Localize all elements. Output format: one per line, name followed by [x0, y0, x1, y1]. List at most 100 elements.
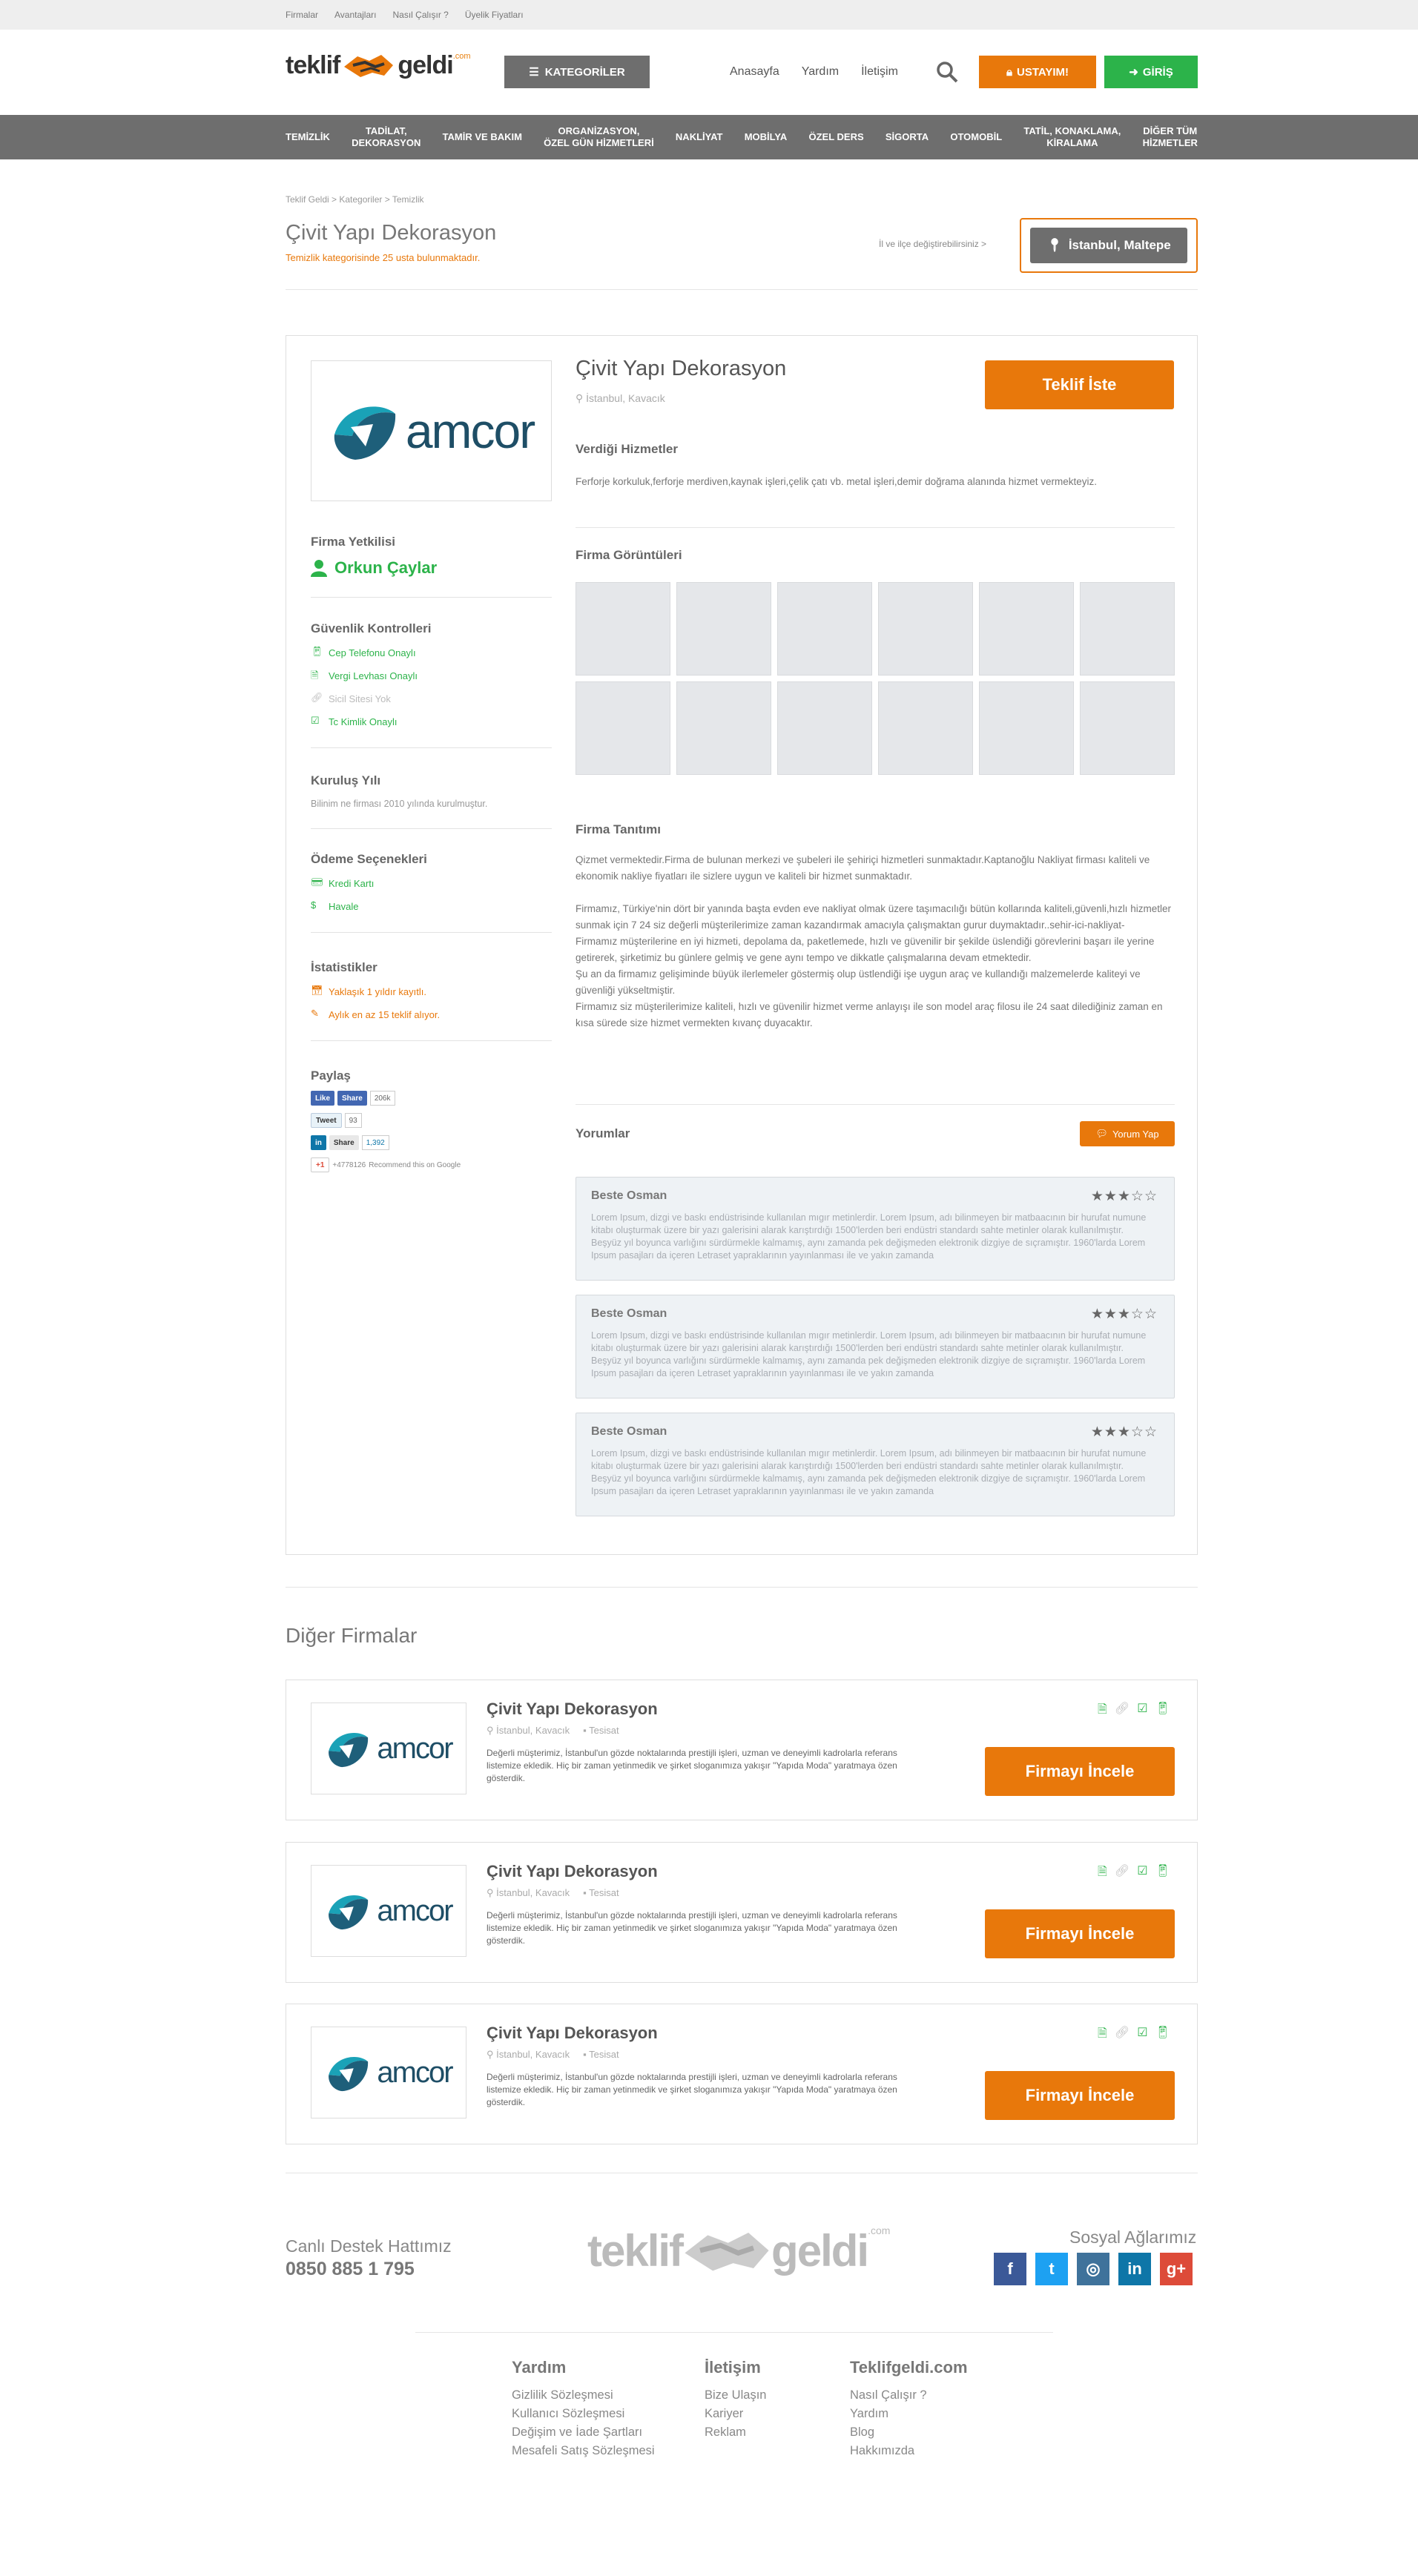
support-phone[interactable]: 0850 885 1 795 [286, 2259, 415, 2280]
tweet-button[interactable]: Tweet [311, 1113, 342, 1128]
footer-link[interactable]: Yardım [850, 2405, 968, 2423]
comment-icon: 💬︎ [1095, 1128, 1108, 1139]
gallery-thumb[interactable] [777, 681, 872, 775]
facebook-count: 206k [369, 1091, 395, 1106]
nav-anasayfa[interactable]: Anasayfa [730, 65, 779, 79]
footer-link[interactable]: Nasıl Çalışır ? [850, 2386, 968, 2405]
other-company-location: ⚲ İstanbul, Kavacık [487, 1887, 570, 1898]
nav-iletisim[interactable]: İletişim [861, 65, 898, 79]
gallery-thumb[interactable] [576, 681, 670, 775]
gallery-thumb[interactable] [979, 681, 1074, 775]
gallery-thumb[interactable] [576, 582, 670, 676]
search-icon[interactable] [936, 61, 958, 83]
gallery-thumb[interactable] [878, 681, 973, 775]
gallery-thumb[interactable] [979, 582, 1074, 676]
linkedin-icon[interactable]: in [311, 1135, 326, 1150]
category-nav: TEMİZLİK TADİLAT, DEKORASYON TAMİR VE BA… [0, 115, 1418, 159]
other-company-logo[interactable]: amcor [311, 2027, 466, 2118]
logo-suffix: .com [452, 52, 471, 61]
write-review-button[interactable]: 💬︎ Yorum Yap [1080, 1121, 1175, 1146]
facebook-icon[interactable]: f [994, 2253, 1026, 2285]
gallery-thumb[interactable] [676, 582, 771, 676]
other-company-name[interactable]: Çivit Yapı Dekorasyon [487, 1700, 658, 1719]
cat-mobilya[interactable]: MOBİLYA [745, 131, 788, 143]
cat-sigorta[interactable]: SİGORTA [886, 131, 929, 143]
gallery-thumb[interactable] [676, 681, 771, 775]
reviewer-name: Beste Osman [591, 1307, 667, 1320]
instagram-icon[interactable]: ◎ [1077, 2253, 1109, 2285]
footer-col-iletisim: İletişim Bize Ulaşın Kariyer Reklam [705, 2358, 766, 2442]
view-company-button[interactable]: Firmayı İncele [985, 1747, 1175, 1796]
footer-link[interactable]: Hakkımızda [850, 2442, 968, 2460]
breadcrumb[interactable]: Teklif Geldi > Kategoriler > Temizlik [286, 194, 424, 205]
cat-tadilat[interactable]: TADİLAT, DEKORASYON [352, 125, 421, 149]
checkbox-icon: ☑ [311, 715, 320, 726]
main-nav: Anasayfa Yardım İletişim [730, 56, 898, 88]
cat-temizlik[interactable]: TEMİZLİK [286, 131, 330, 143]
logo-text-1: teklif [286, 50, 340, 79]
divider [286, 1587, 1198, 1588]
top-link-avantajlari[interactable]: Avantajları [334, 10, 376, 20]
page-subtitle: Temizlik kategorisinde 25 usta bulunmakt… [286, 252, 481, 263]
footer-link[interactable]: Reklam [705, 2423, 766, 2442]
nav-yardim[interactable]: Yardım [802, 65, 839, 79]
footer-col-title: İletişim [705, 2358, 761, 2377]
footer-logo[interactable]: teklif geldi .com [587, 2225, 890, 2276]
facebook-like-button[interactable]: Like [311, 1091, 335, 1106]
facebook-share-button[interactable]: Share [337, 1091, 367, 1106]
googleplus-button[interactable]: +1 [311, 1157, 330, 1172]
linkedin-share-button[interactable]: Share [329, 1135, 359, 1150]
top-link-firmalar[interactable]: Firmalar [286, 10, 318, 20]
link-icon: 🔗︎ [1114, 1703, 1130, 1715]
cat-tatil[interactable]: TATİL, KONAKLAMA, KİRALAMA [1023, 125, 1121, 149]
gallery-thumb[interactable] [1080, 582, 1175, 676]
gallery-thumb[interactable] [777, 582, 872, 676]
cat-ozel-ders[interactable]: ÖZEL DERS [808, 131, 863, 143]
googleplus-icon[interactable]: g+ [1160, 2253, 1193, 2285]
other-companies-title: Diğer Firmalar [286, 1624, 418, 1647]
googleplus-text: Recommend this on Google [369, 1160, 461, 1169]
other-company-name[interactable]: Çivit Yapı Dekorasyon [487, 1862, 658, 1881]
official-name[interactable]: Orkun Çaylar [334, 558, 437, 578]
review-item: Beste Osman ★★★☆☆ Lorem Ipsum, dizgi ve … [576, 1413, 1175, 1516]
twitter-icon[interactable]: t [1035, 2253, 1068, 2285]
cat-otomobil[interactable]: OTOMOBİL [950, 131, 1002, 143]
login-button[interactable]: ➜ GİRİŞ [1104, 56, 1198, 88]
divider [576, 527, 1175, 528]
founded-text: Bilinim ne firması 2010 yılında kurulmuş… [311, 799, 488, 809]
footer-link[interactable]: Gizlilik Sözleşmesi [512, 2386, 655, 2405]
view-company-button[interactable]: Firmayı İncele [985, 1909, 1175, 1958]
cat-organizasyon[interactable]: ORGANİZASYON, ÖZEL GÜN HİZMETLERİ [544, 125, 654, 149]
footer-link[interactable]: Mesafeli Satış Sözleşmesi [512, 2442, 655, 2460]
cat-diger[interactable]: DİĞER TÜM HİZMETLER [1143, 125, 1198, 149]
ustayim-button[interactable]: 🔒︎ USTAYIM! [979, 56, 1096, 88]
cat-tamir[interactable]: TAMİR VE BAKIM [443, 131, 522, 143]
photo-gallery [576, 582, 1175, 775]
footer-logo-text-1: teklif [587, 2225, 684, 2276]
linkedin-icon[interactable]: in [1118, 2253, 1151, 2285]
site-logo[interactable]: teklif geldi .com [286, 50, 471, 80]
view-company-button[interactable]: Firmayı İncele [985, 2071, 1175, 2120]
footer-link[interactable]: Değişim ve İade Şartları [512, 2423, 655, 2442]
top-bar: Firmalar Avantajları Nasıl Çalışır ? Üye… [0, 0, 1418, 30]
gallery-thumb[interactable] [878, 582, 973, 676]
review-text: Lorem Ipsum, dizgi ve baskı endüstrisind… [591, 1212, 1147, 1261]
categories-button[interactable]: ☰ KATEGORİLER [504, 56, 650, 88]
footer-link[interactable]: Bize Ulaşın [705, 2386, 766, 2405]
top-link-uyelik[interactable]: Üyelik Fiyatları [465, 10, 524, 20]
footer-link[interactable]: Blog [850, 2423, 968, 2442]
amcor-logo-icon [334, 406, 395, 460]
services-text: Ferforje korkuluk,ferforje merdiven,kayn… [576, 476, 1098, 487]
location-button[interactable]: 📍︎ İstanbul, Maltepe [1030, 228, 1187, 263]
gallery-thumb[interactable] [1080, 681, 1175, 775]
other-company-card: amcor Çivit Yapı Dekorasyon ⚲ İstanbul, … [286, 1680, 1198, 1820]
reviewer-name: Beste Osman [591, 1425, 667, 1438]
other-company-logo[interactable]: amcor [311, 1703, 466, 1794]
footer-link[interactable]: Kariyer [705, 2405, 766, 2423]
cat-nakliyat[interactable]: NAKLİYAT [676, 131, 723, 143]
footer-link[interactable]: Kullanıcı Sözleşmesi [512, 2405, 655, 2423]
other-company-name[interactable]: Çivit Yapı Dekorasyon [487, 2024, 658, 2043]
top-link-nasil-calisir[interactable]: Nasıl Çalışır ? [392, 10, 448, 20]
request-quote-button[interactable]: Teklif İste [985, 360, 1174, 409]
other-company-logo[interactable]: amcor [311, 1865, 466, 1957]
